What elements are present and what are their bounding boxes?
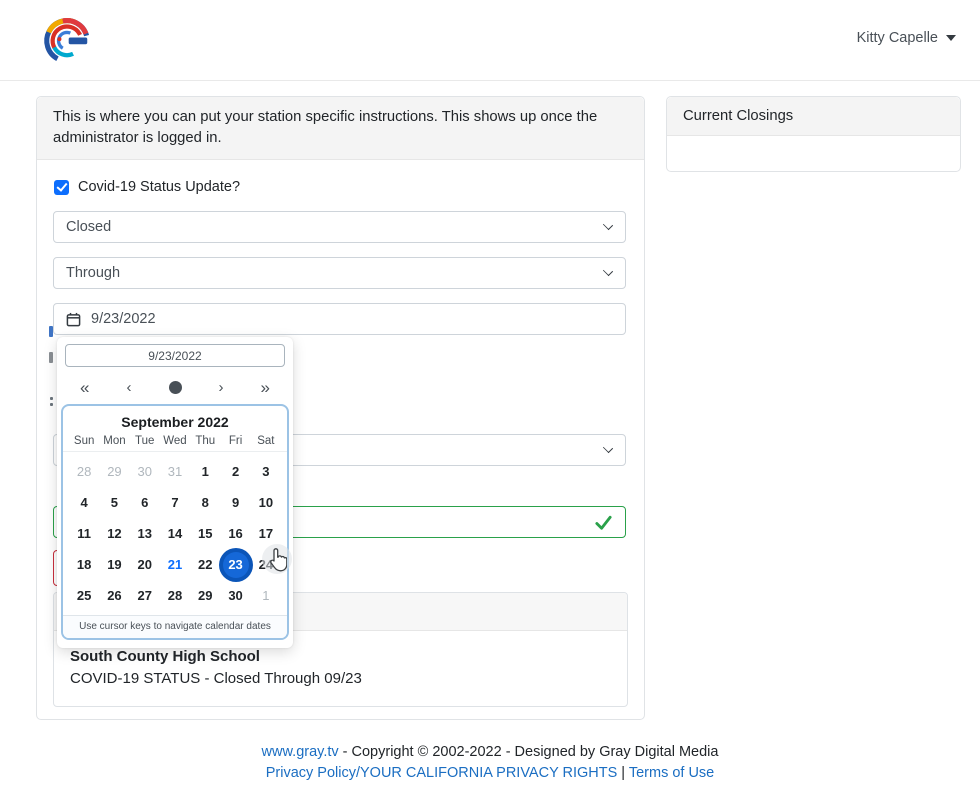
- calendar-weekday-label: Sat: [251, 435, 281, 447]
- calendar-weekday-label: Sun: [69, 435, 99, 447]
- calendar-day[interactable]: 27: [130, 580, 160, 611]
- status-select-value: Closed: [66, 219, 111, 235]
- calendar-day[interactable]: 16: [220, 518, 250, 549]
- covid-status-row: Covid-19 Status Update?: [54, 179, 628, 195]
- calendar-day[interactable]: 11: [69, 518, 99, 549]
- footer-line-1: www.gray.tv - Copyright © 2002-2022 - De…: [0, 742, 980, 763]
- previous-year-icon[interactable]: «: [80, 379, 89, 396]
- closings-admin-page: Kitty Capelle This is where you can put …: [0, 0, 980, 809]
- calendar-day[interactable]: 22: [190, 549, 220, 580]
- user-name: Kitty Capelle: [857, 30, 938, 46]
- datepicker-nav: « ‹ › »: [60, 373, 290, 401]
- chevron-down-icon: [603, 266, 613, 276]
- calendar-day[interactable]: 31: [160, 456, 190, 487]
- current-closings-card: Current Closings: [666, 96, 961, 172]
- datepicker-input[interactable]: 9/23/2022: [65, 344, 285, 367]
- calendar-day[interactable]: 28: [160, 580, 190, 611]
- check-icon: [594, 513, 613, 532]
- school-name: South County High School: [70, 646, 611, 667]
- datepicker-popup: 9/23/2022 « ‹ › » September 2022 SunMonT…: [57, 337, 293, 648]
- calendar-day[interactable]: 26: [99, 580, 129, 611]
- gray-tv-logo-icon: [40, 12, 94, 68]
- covid-status-checkbox[interactable]: [54, 180, 69, 195]
- duration-select-value: Through: [66, 265, 120, 281]
- privacy-policy-link[interactable]: Privacy Policy/YOUR CALIFORNIA PRIVACY R…: [266, 765, 618, 781]
- user-account-menu[interactable]: Kitty Capelle: [857, 30, 956, 46]
- calendar-day[interactable]: 15: [190, 518, 220, 549]
- calendar-day[interactable]: 28: [69, 456, 99, 487]
- calendar-icon: [66, 312, 81, 327]
- calendar-weekday-row: SunMonTueWedThuFriSat: [63, 435, 287, 452]
- date-field[interactable]: 9/23/2022: [53, 303, 626, 335]
- footer-separator: |: [617, 765, 629, 781]
- calendar-weekday-label: Fri: [220, 435, 250, 447]
- obscured-ui-fragment: [49, 352, 53, 363]
- calendar-hint: Use cursor keys to navigate calendar dat…: [63, 615, 287, 638]
- next-month-icon[interactable]: ›: [219, 380, 224, 395]
- calendar-day[interactable]: 1: [251, 580, 281, 611]
- calendar-weekday-label: Thu: [190, 435, 220, 447]
- calendar-day[interactable]: 21: [160, 549, 190, 580]
- datepicker-input-value: 9/23/2022: [148, 349, 201, 363]
- footer-line-2: Privacy Policy/YOUR CALIFORNIA PRIVACY R…: [0, 763, 980, 784]
- calendar-day[interactable]: 5: [99, 487, 129, 518]
- calendar-day[interactable]: 20: [130, 549, 160, 580]
- calendar-grid: 2829303112345678910111213141516171819202…: [63, 452, 287, 615]
- hand-pointer-icon: [267, 548, 287, 572]
- calendar-day-selected[interactable]: 23: [220, 549, 250, 580]
- date-field-value: 9/23/2022: [91, 311, 156, 327]
- calendar-weekday-label: Tue: [130, 435, 160, 447]
- calendar-day[interactable]: 29: [190, 580, 220, 611]
- current-closings-body: [667, 136, 960, 168]
- school-status-line: COVID-19 STATUS - Closed Through 09/23: [70, 668, 611, 689]
- calendar-day[interactable]: 12: [99, 518, 129, 549]
- mouse-cursor: [262, 544, 282, 573]
- next-year-icon[interactable]: »: [261, 379, 270, 396]
- obscured-ui-fragment: [49, 326, 53, 337]
- app-header: Kitty Capelle: [0, 0, 980, 81]
- gray-tv-link[interactable]: www.gray.tv: [262, 744, 339, 760]
- chevron-down-icon: [603, 220, 613, 230]
- duration-select[interactable]: Through: [53, 257, 626, 289]
- calendar-panel: September 2022 SunMonTueWedThuFriSat 282…: [61, 404, 289, 640]
- chevron-down-icon: [946, 35, 956, 41]
- calendar-month-title: September 2022: [63, 406, 287, 435]
- calendar-day[interactable]: 13: [130, 518, 160, 549]
- calendar-day[interactable]: 4: [69, 487, 99, 518]
- calendar-weekday-label: Mon: [99, 435, 129, 447]
- calendar-day[interactable]: 30: [220, 580, 250, 611]
- calendar-day[interactable]: 14: [160, 518, 190, 549]
- calendar-day[interactable]: 29: [99, 456, 129, 487]
- terms-of-use-link[interactable]: Terms of Use: [629, 765, 714, 781]
- calendar-day[interactable]: 25: [69, 580, 99, 611]
- calendar-day[interactable]: 30: [130, 456, 160, 487]
- calendar-day[interactable]: 1: [190, 456, 220, 487]
- chevron-down-icon: [603, 443, 613, 453]
- calendar-day[interactable]: 9: [220, 487, 250, 518]
- copyright-text: - Copyright © 2002-2022 - Designed by Gr…: [339, 744, 719, 760]
- station-instructions: This is where you can put your station s…: [37, 97, 644, 160]
- calendar-day[interactable]: 6: [130, 487, 160, 518]
- covid-status-label: Covid-19 Status Update?: [78, 179, 240, 195]
- calendar-day[interactable]: 10: [251, 487, 281, 518]
- calendar-day[interactable]: 3: [251, 456, 281, 487]
- previous-month-icon[interactable]: ‹: [126, 380, 131, 395]
- calendar-day[interactable]: 18: [69, 549, 99, 580]
- today-dot-icon[interactable]: [169, 381, 182, 394]
- page-footer: www.gray.tv - Copyright © 2002-2022 - De…: [0, 742, 980, 784]
- calendar-day[interactable]: 7: [160, 487, 190, 518]
- calendar-weekday-label: Wed: [160, 435, 190, 447]
- obscured-ui-fragment: [50, 397, 53, 400]
- calendar-day[interactable]: 19: [99, 549, 129, 580]
- obscured-ui-fragment: [50, 403, 53, 406]
- current-closings-title: Current Closings: [667, 97, 960, 136]
- calendar-day[interactable]: 2: [220, 456, 250, 487]
- calendar-day[interactable]: 8: [190, 487, 220, 518]
- status-select[interactable]: Closed: [53, 211, 626, 243]
